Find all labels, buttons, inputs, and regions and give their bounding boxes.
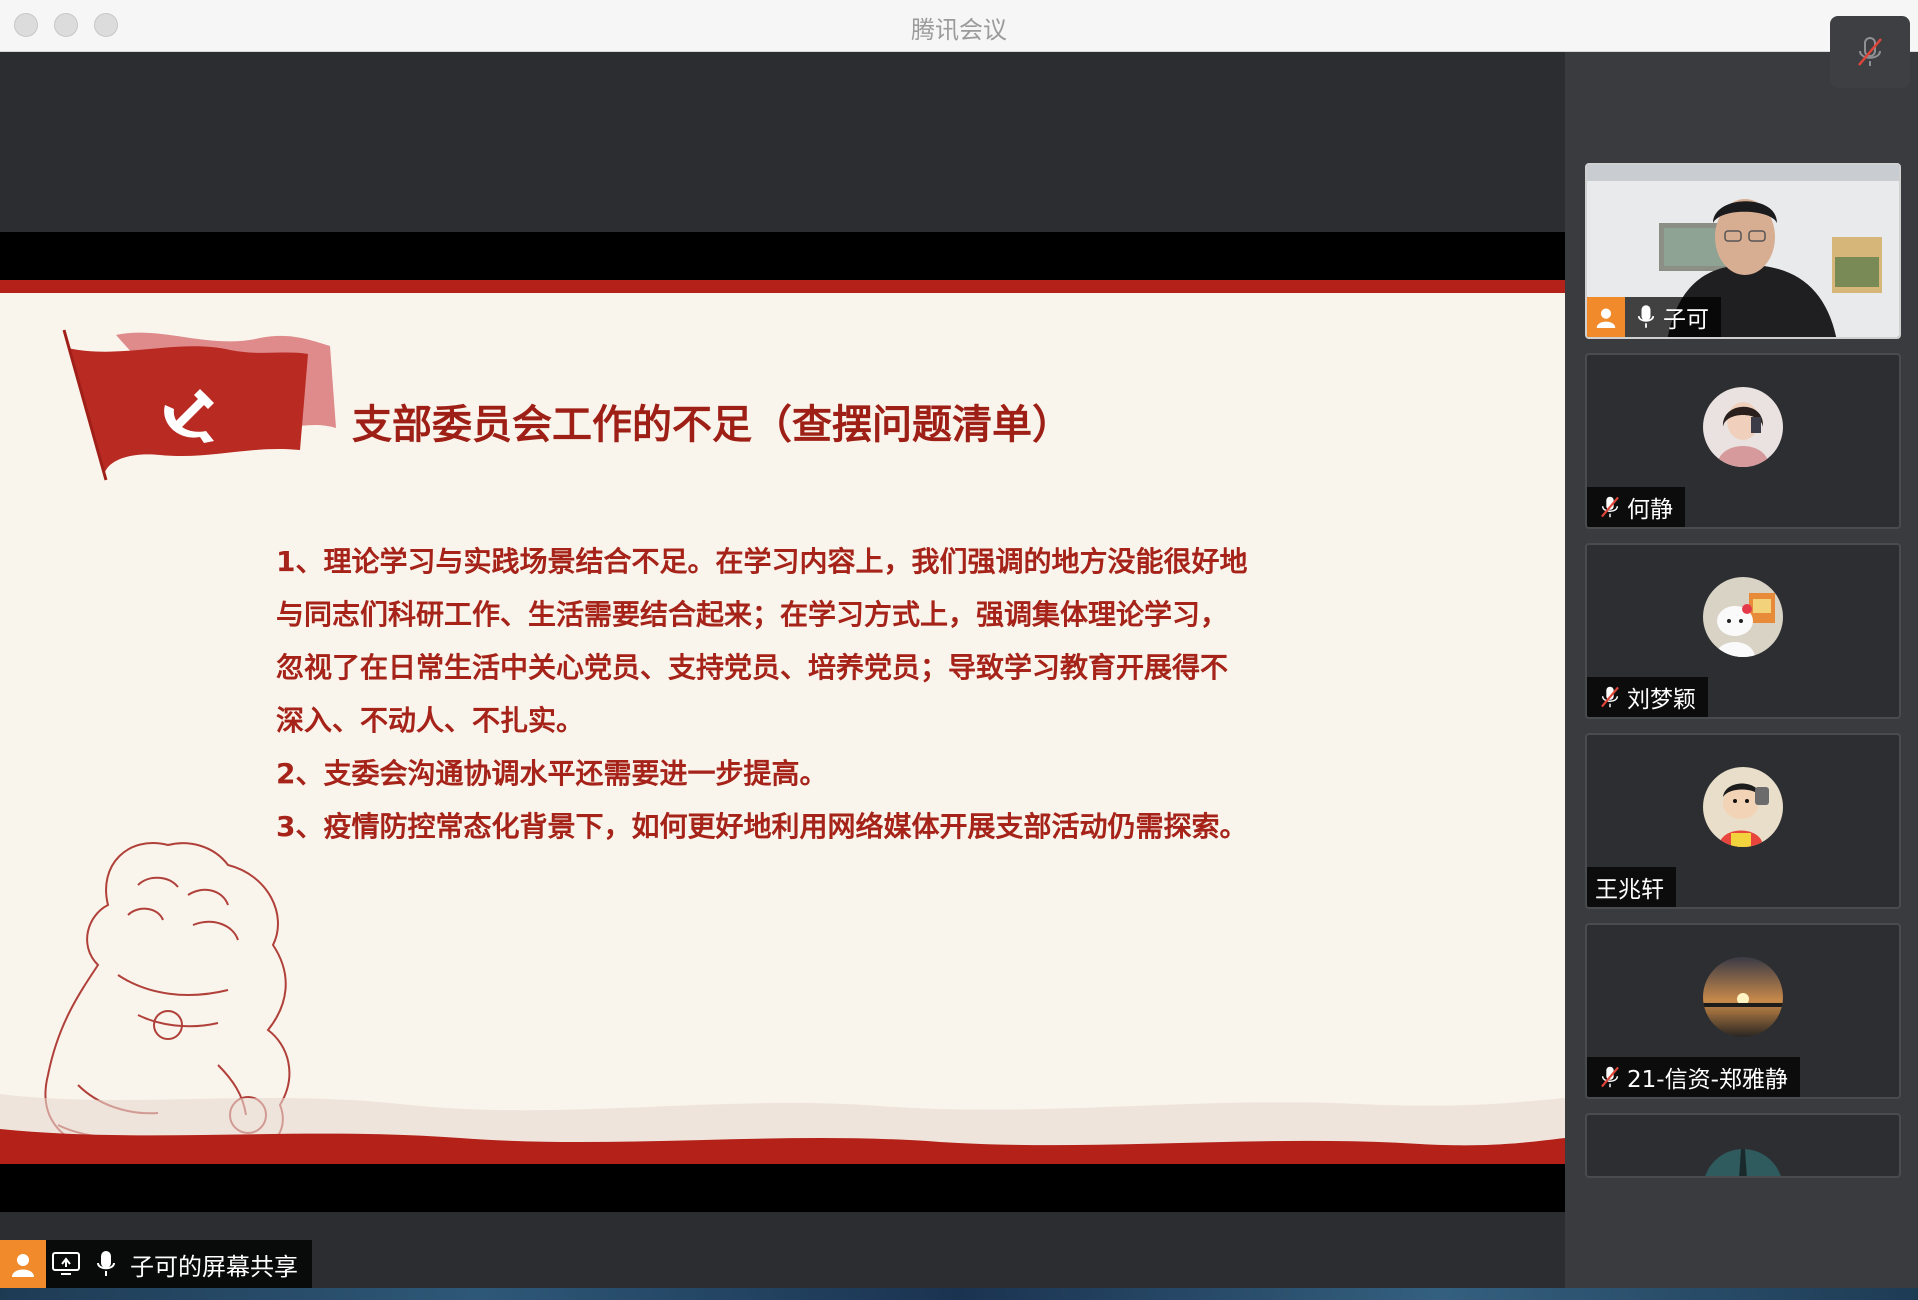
letterbox-bottom [0,1164,1565,1212]
microphone-icon [1629,297,1663,337]
desktop-background-strip [0,1288,1918,1300]
host-avatar-icon [0,1240,46,1288]
host-badge-icon [1587,297,1625,337]
slide-body-text: 1、理论学习与实践场景结合不足。在学习内容上，我们强调的地方没能很好地 与同志们… [276,535,1316,853]
participant-tile[interactable]: 刘梦颖 [1585,543,1901,719]
slide-line: 1、理论学习与实践场景结合不足。在学习内容上，我们强调的地方没能很好地 [276,545,1248,578]
screen-share-icon [46,1240,86,1288]
microphone-muted-icon [1593,677,1627,717]
participant-name-tag: 何静 [1587,487,1685,527]
slide-line: 忽视了在日常生活中关心党员、支持党员、培养党员；导致学习教育开展得不 [276,651,1229,684]
participant-tile[interactable]: 21-信资-郑雅静 [1585,923,1901,1099]
participant-tile-partial[interactable] [1585,1113,1901,1178]
slide-line: 与同志们科研工作、生活需要结合起来；在学习方式上，强调集体理论学习， [276,598,1229,631]
screen-share-owner-text: 子可的屏幕共享 [130,1252,298,1281]
participant-name-tag: 刘梦颖 [1587,677,1708,717]
letterbox-top [0,232,1565,280]
presentation-slide: 支部委员会工作的不足（查摆问题清单） 1、理论学习与实践场景结合不足。在学习内容… [0,280,1565,1164]
window-title: 腾讯会议 [911,16,1007,44]
screen-share-label: 子可的屏幕共享 [0,1240,312,1288]
ink-splash-footer [0,1094,1565,1164]
avatar [1703,1149,1783,1176]
participant-name-tag: 王兆轩 [1587,867,1676,907]
microphone-muted-icon [1858,37,1882,66]
participant-name: 刘梦颖 [1627,687,1696,713]
microphone-muted-icon [1593,1057,1627,1097]
slide-line: 深入、不动人、不扎实。 [276,704,585,737]
avatar [1703,957,1783,1037]
participant-name: 王兆轩 [1595,877,1664,903]
participant-name-tag: 子可 [1587,297,1721,337]
slide-line: 3、疫情防控常态化背景下，如何更好地利用网络媒体开展支部活动仍需探索。 [276,810,1248,843]
participant-tile[interactable]: 何静 [1585,353,1901,529]
avatar [1703,387,1783,467]
microphone-muted-icon [1593,487,1627,527]
participant-name: 何静 [1627,497,1673,523]
slide-line: 2、支委会沟通协调水平还需要进一步提高。 [276,757,828,790]
avatar [1703,767,1783,847]
participant-name: 21-信资-郑雅静 [1627,1067,1788,1093]
avatar [1703,577,1783,657]
mute-toggle-button[interactable] [1830,16,1910,88]
slide-top-rule [0,280,1565,293]
participant-name-tag: 21-信资-郑雅静 [1587,1057,1800,1097]
participant-tile[interactable]: 王兆轩 [1585,733,1901,909]
window-titlebar: 腾讯会议 [0,0,1918,52]
shared-screen-stage: 支部委员会工作的不足（查摆问题清单） 1、理论学习与实践场景结合不足。在学习内容… [0,52,1565,1300]
party-flag-icon [62,329,336,481]
participant-name: 子可 [1663,307,1709,333]
microphone-icon [86,1240,126,1288]
slide-title: 支部委员会工作的不足（查摆问题清单） [352,402,1072,448]
participant-tile-video[interactable]: 子可 [1585,163,1901,339]
